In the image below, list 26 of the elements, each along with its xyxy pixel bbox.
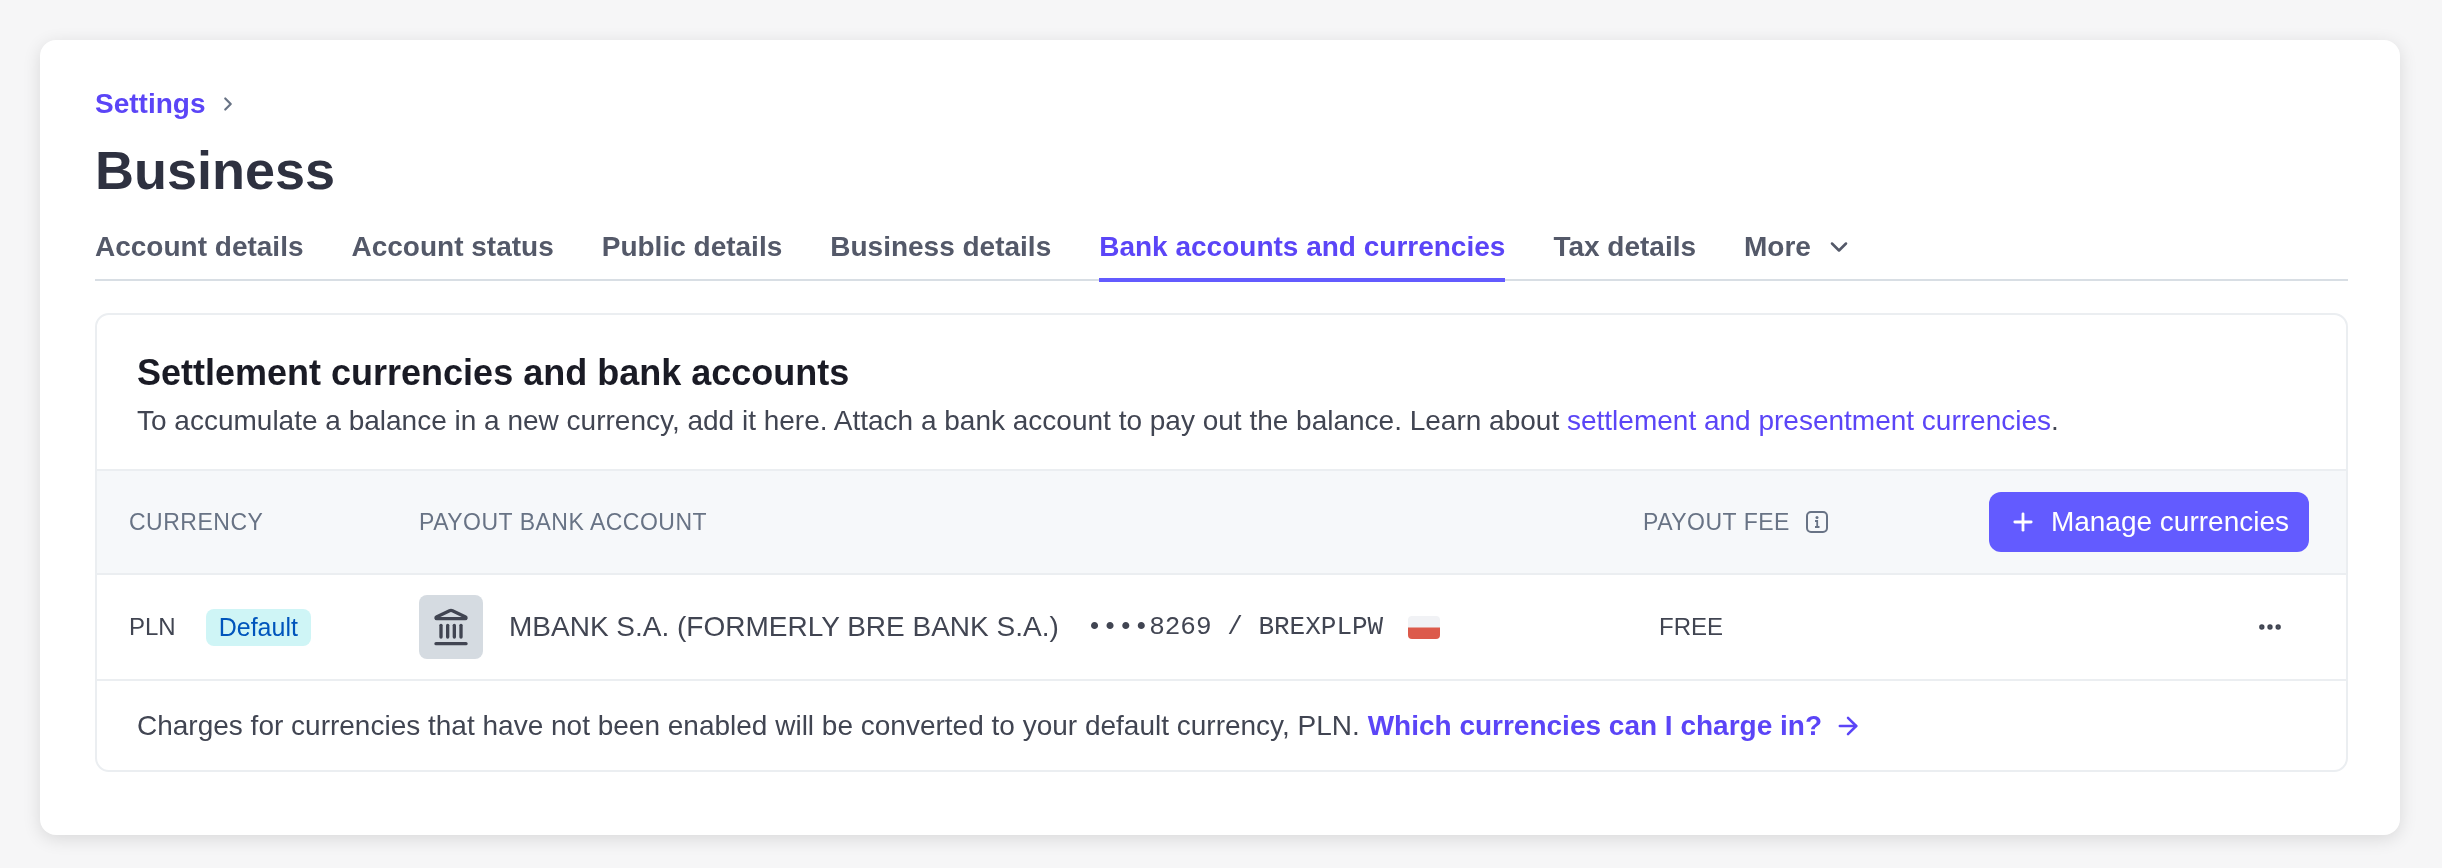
payout-fee: FREE <box>1659 612 1723 642</box>
breadcrumb-link[interactable]: Settings <box>95 86 206 122</box>
card-title: Settlement currencies and bank accounts <box>137 351 851 395</box>
tab[interactable]: Account details <box>95 229 304 282</box>
tab[interactable]: Business details <box>830 229 1052 282</box>
footer-note: Charges for currencies that have not been enabled will be converted to your default currency, PLN. Which currencies can I charge in? <box>137 707 1862 744</box>
column-header: CURRENCY <box>129 508 264 535</box>
bank-name: MBANK S.A. (FORMERLY BRE BANK S.A.) <box>509 610 1059 644</box>
info-icon <box>1805 511 1828 533</box>
column-header: PAYOUT BANK ACCOUNT <box>419 508 708 535</box>
default-badge: Default <box>205 608 311 646</box>
account-number: ••••8269 / BREXPLPW <box>1086 611 1384 644</box>
link[interactable]: settlement and presentment currencies <box>1567 405 2051 436</box>
help-link[interactable]: Which currencies can I charge in? <box>1367 707 1862 744</box>
tab[interactable]: Public details <box>601 229 783 282</box>
manage-currencies-button[interactable]: Manage currencies <box>1988 492 2309 552</box>
more-menu-tab[interactable]: More <box>1744 229 1853 282</box>
flag-icon <box>1408 615 1441 639</box>
currency-code: PLN <box>129 612 176 642</box>
column-header: PAYOUT FEE <box>1643 507 1790 537</box>
tab[interactable]: Tax details <box>1553 229 1697 282</box>
tab[interactable]: Bank accounts and currencies <box>1099 229 1506 282</box>
page-title: Business <box>95 139 337 202</box>
card-description: To accumulate a balance in a new currency, add it here. Attach a bank account to pay out the balance. Learn about settlement and presentment currencies. <box>137 404 2060 438</box>
bank-icon <box>419 595 483 659</box>
tab[interactable]: Account status <box>351 229 554 282</box>
